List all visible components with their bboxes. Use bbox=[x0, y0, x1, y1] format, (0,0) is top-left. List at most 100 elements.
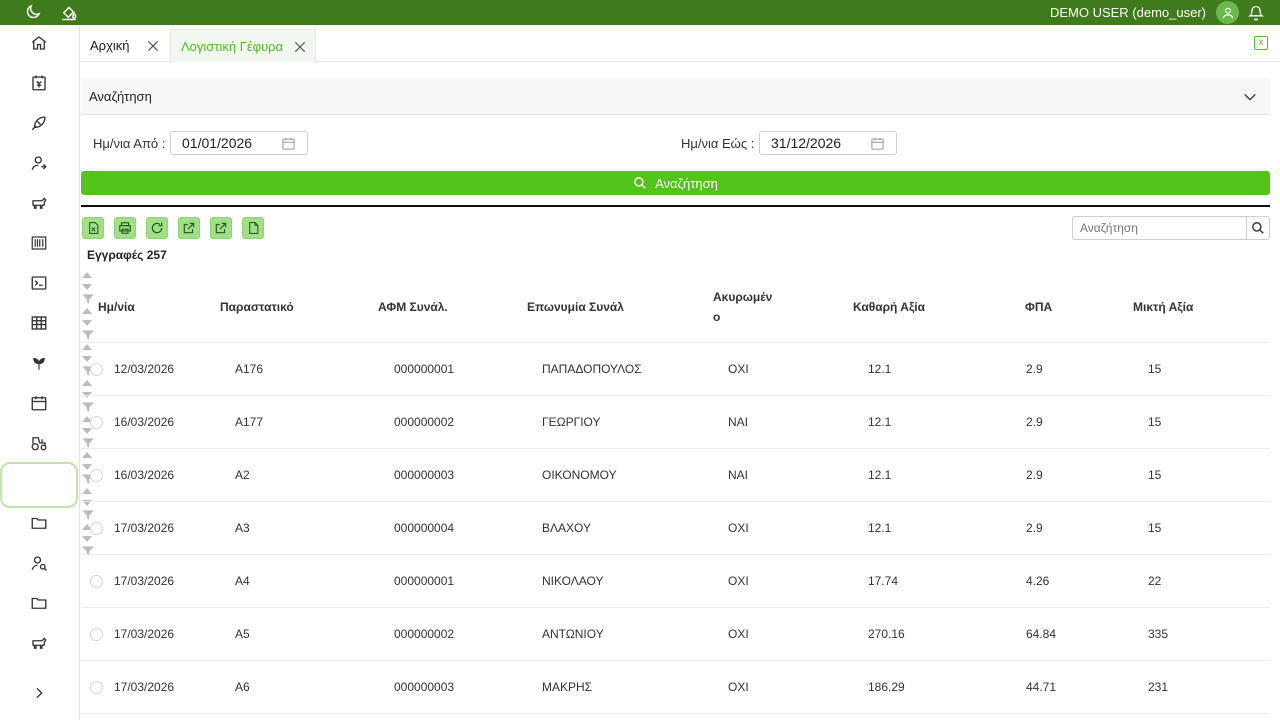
sidebar-livestock[interactable] bbox=[0, 183, 78, 223]
close-icon[interactable] bbox=[146, 39, 160, 53]
feather-icon bbox=[30, 114, 48, 132]
tab-label: Αρχική bbox=[90, 38, 130, 53]
row-select-radio[interactable] bbox=[90, 681, 103, 694]
tractor-icon bbox=[30, 434, 48, 452]
folder-icon bbox=[30, 514, 48, 532]
bell-icon[interactable] bbox=[1248, 4, 1264, 21]
sidebar-expand[interactable] bbox=[0, 673, 78, 713]
external-link-icon bbox=[214, 221, 228, 235]
sidebar-user-search[interactable] bbox=[0, 543, 78, 583]
calendar-icon[interactable] bbox=[870, 136, 885, 151]
top-bar: DEMO USER (demo_user) bbox=[0, 0, 1280, 25]
sidebar-home[interactable] bbox=[0, 23, 78, 63]
chevron-down-icon[interactable] bbox=[1242, 89, 1258, 105]
sidebar-livestock-2[interactable] bbox=[0, 623, 78, 663]
quick-search-input[interactable] bbox=[1072, 216, 1247, 240]
export-document-button[interactable] bbox=[242, 217, 264, 239]
search-button-label: Αναζήτηση bbox=[655, 175, 718, 191]
table-row[interactable]: 17/03/2026 A3 000000004 ΒΛΑΧΟΥ ΟΧΙ 12.1 2.9 15 bbox=[81, 502, 1270, 555]
sidebar-table[interactable] bbox=[0, 303, 78, 343]
row-select-radio[interactable] bbox=[90, 522, 103, 535]
sidebar-active-slot[interactable] bbox=[0, 462, 78, 508]
user-name[interactable]: DEMO USER (demo_user) bbox=[1050, 5, 1206, 20]
table-cell: A4 bbox=[235, 574, 250, 588]
sidebar-folder-2[interactable] bbox=[0, 583, 78, 623]
table-row[interactable]: 17/03/2026 A4 000000001 ΝΙΚΟΛΑΟΥ ΟΧΙ 17.74 4.2… bbox=[81, 555, 1270, 608]
column-header[interactable]: Μικτή Αξία bbox=[1133, 270, 1270, 343]
export-excel-button[interactable] bbox=[82, 217, 104, 239]
sidebar-users[interactable] bbox=[0, 143, 78, 183]
sidebar-tractor[interactable] bbox=[0, 423, 78, 463]
date-to-field[interactable]: 31/12/2026 bbox=[759, 131, 897, 155]
table-cell: 335 bbox=[1148, 627, 1169, 641]
table-cell: ΟΙΚΟΝΟΜΟΥ bbox=[542, 468, 617, 482]
table-cell: A177 bbox=[235, 415, 264, 429]
column-header[interactable]: Επωνυμία Συνάλ bbox=[527, 270, 696, 343]
table-cell: 15 bbox=[1148, 521, 1162, 535]
table-cell: 17/03/2026 bbox=[114, 521, 175, 535]
print-button[interactable] bbox=[114, 217, 136, 239]
column-header[interactable]: ΦΠΑ bbox=[1025, 270, 1116, 343]
user-switch-icon bbox=[30, 154, 48, 172]
column-header-label: ΦΠΑ bbox=[1025, 299, 1053, 314]
tab-home[interactable]: Αρχική bbox=[80, 29, 168, 62]
calendar-icon[interactable] bbox=[281, 136, 296, 151]
table-cell: 12.1 bbox=[868, 415, 892, 429]
export-button[interactable] bbox=[178, 217, 200, 239]
row-select-radio[interactable] bbox=[90, 628, 103, 641]
table-cell: 2.9 bbox=[1026, 415, 1043, 429]
folder-icon bbox=[30, 594, 48, 612]
table-row[interactable]: 17/03/2026 A5 000000002 ΑΝΤΩΝΙΟΥ ΟΧΙ 270.16 64… bbox=[81, 608, 1270, 661]
refresh-button[interactable] bbox=[146, 217, 168, 239]
table-cell: 22 bbox=[1148, 574, 1162, 588]
date-from-field[interactable]: 01/01/2026 bbox=[170, 131, 308, 155]
table-cell: 17/03/2026 bbox=[114, 627, 175, 641]
column-header[interactable]: Παραστατικό bbox=[220, 270, 362, 343]
table-cell: 000000001 bbox=[394, 362, 455, 376]
row-select-radio[interactable] bbox=[90, 363, 103, 376]
row-select-radio[interactable] bbox=[90, 575, 103, 588]
sidebar-invoices[interactable] bbox=[0, 63, 78, 103]
quick-search-button[interactable] bbox=[1246, 216, 1270, 240]
row-select-radio[interactable] bbox=[90, 469, 103, 482]
seedling-icon bbox=[30, 354, 48, 372]
column-header[interactable]: ΑΦΜ Συνάλ. bbox=[378, 270, 510, 343]
table-cell: 000000003 bbox=[394, 680, 455, 694]
column-header[interactable]: Ημ/νία bbox=[98, 270, 203, 343]
sidebar-calendar[interactable] bbox=[0, 383, 78, 423]
excel-export-icon[interactable]: x bbox=[1254, 36, 1268, 50]
table-row[interactable]: 12/03/2026 A176 000000001 ΠΑΠΑΔΟΠΟΥΛΟΣ ΟΧΙ 12… bbox=[81, 343, 1270, 396]
sidebar-folder[interactable] bbox=[0, 503, 78, 543]
export-button-2[interactable] bbox=[210, 217, 232, 239]
column-header-label: Παραστατικό bbox=[220, 299, 294, 314]
theme-paint-icon[interactable] bbox=[60, 3, 78, 21]
date-to-label: Ημ/νια Εώς : bbox=[681, 136, 755, 151]
sidebar-feather[interactable] bbox=[0, 103, 78, 143]
table-row[interactable]: 16/03/2026 A2 000000003 ΟΙΚΟΝΟΜΟΥ ΝΑΙ 12.1 2.9… bbox=[81, 449, 1270, 502]
search-button[interactable]: Αναζήτηση bbox=[81, 171, 1270, 195]
printer-icon bbox=[118, 221, 132, 235]
sidebar-seedling[interactable] bbox=[0, 343, 78, 383]
table-row[interactable]: 16/03/2026 A177 000000002 ΓΕΩΡΓΙΟΥ ΝΑΙ 12.1 2.… bbox=[81, 396, 1270, 449]
search-panel-header[interactable]: Αναζήτηση bbox=[81, 78, 1270, 115]
sidebar-barcode[interactable] bbox=[0, 223, 78, 263]
dark-mode-icon[interactable] bbox=[24, 3, 42, 21]
table-cell: 44.71 bbox=[1026, 680, 1057, 694]
date-from-value: 01/01/2026 bbox=[182, 135, 253, 151]
tab-label: Λογιστική Γέφυρα bbox=[181, 38, 284, 54]
table-cell: 64.84 bbox=[1026, 627, 1057, 641]
table-cell: 17/03/2026 bbox=[114, 680, 175, 694]
table-cell: ΟΧΙ bbox=[728, 574, 749, 588]
row-select-radio[interactable] bbox=[90, 416, 103, 429]
column-header[interactable]: Ακυρωμέν ο bbox=[713, 270, 836, 343]
column-header[interactable]: Καθαρή Αξία bbox=[853, 270, 1008, 343]
avatar[interactable] bbox=[1216, 1, 1239, 24]
search-icon bbox=[1251, 221, 1265, 235]
close-icon[interactable] bbox=[293, 40, 307, 54]
tab-accounting-bridge[interactable]: Λογιστική Γέφυρα bbox=[170, 29, 316, 62]
sidebar-terminal[interactable] bbox=[0, 263, 78, 303]
livestock-icon bbox=[30, 634, 48, 652]
excel-file-icon bbox=[87, 221, 100, 235]
document-icon bbox=[247, 221, 260, 235]
table-row[interactable]: 17/03/2026 A6 000000003 ΜΑΚΡΗΣ ΟΧΙ 186.29 44.7… bbox=[81, 661, 1270, 714]
